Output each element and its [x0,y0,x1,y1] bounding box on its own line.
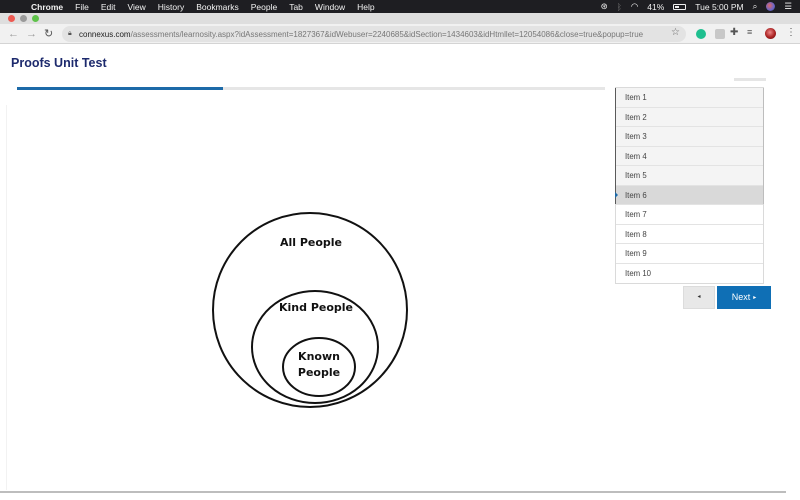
nested-circles-diagram: All People Kind People Known People [212,212,408,408]
spotlight-search-icon[interactable]: ⌕ [753,1,758,12]
progress-bar [17,87,605,90]
menu-tab[interactable]: Tab [289,2,303,12]
url-host: connexus.com [79,29,131,39]
label-kind-people: Kind People [279,301,353,314]
item-nav-8[interactable]: Item 8 [616,225,763,244]
label-known: Known [298,350,340,363]
address-bar[interactable]: 🔒︎ connexus.com/assessments/learnosity.a… [62,26,686,42]
item-nav-1[interactable]: Item 1 [616,88,763,108]
label-people: People [298,366,340,379]
screen-share-icon[interactable]: ⊛ [601,1,608,12]
notification-center-icon[interactable]: ☰ [784,1,792,12]
progress-bar-fill [17,87,223,90]
item-nav-9[interactable]: Item 9 [616,244,763,264]
zoom-window-button[interactable] [32,15,39,22]
item-navigator-list: Item 1 Item 2 Item 3 Item 4 Item 5 Item 6 Item… [615,87,764,284]
menu-file[interactable]: File [75,2,89,12]
menu-app-name[interactable]: Chrome [31,2,63,12]
media-queue-icon[interactable]: ≡ [747,27,757,37]
bluetooth-icon[interactable]: ᛒ [617,2,622,12]
menu-window[interactable]: Window [315,2,345,12]
more-menu-icon[interactable]: ⋮ [786,27,796,38]
next-button[interactable]: Next ▸ [717,286,771,309]
item-nav-label: Item 7 [625,210,647,219]
item-nav-5[interactable]: Item 5 [616,166,763,186]
item-nav-label: Item 2 [625,112,647,122]
item-nav-label: Item 9 [625,249,647,258]
item-nav-label: Item 3 [625,132,647,141]
page-title: Proofs Unit Test [11,56,107,70]
back-arrow-icon[interactable]: ← [8,27,19,41]
menu-people[interactable]: People [251,2,277,12]
menu-history[interactable]: History [158,2,184,12]
item-nav-label: Item 1 [625,93,647,102]
previous-arrow-icon: ◂ [697,294,701,300]
menu-help[interactable]: Help [357,2,374,12]
reload-icon[interactable]: ↻ [44,27,53,41]
item-nav-7[interactable]: Item 7 [616,205,763,225]
previous-button[interactable]: ◂ [683,286,715,309]
browser-toolbar: ← → ↻ 🔒︎ connexus.com/assessments/learno… [0,24,800,44]
next-arrow-icon: ▸ [753,295,757,301]
item-nav-10[interactable]: Item 10 [616,264,763,284]
minimize-window-button[interactable] [20,15,27,22]
item-list-scroll-indicator [734,78,766,81]
menu-bookmarks[interactable]: Bookmarks [196,2,239,12]
grammarly-extension-icon[interactable] [696,29,706,39]
item-nav-label: Item 10 [625,268,652,278]
window-titlebar [0,13,800,24]
lock-icon[interactable]: 🔒︎ [68,30,76,38]
profile-avatar[interactable] [765,28,776,39]
assessment-page: Proofs Unit Test All People Kind People … [0,45,800,500]
page-bottom-border [0,491,786,493]
next-button-label: Next [731,292,751,302]
menu-edit[interactable]: Edit [101,2,116,12]
item-nav-3[interactable]: Item 3 [616,127,763,147]
battery-icon[interactable] [673,3,687,10]
item-nav-4[interactable]: Item 4 [616,146,763,166]
clock[interactable]: Tue 5:00 PM [695,2,743,12]
item-nav-label: Item 6 [625,190,647,200]
extensions-puzzle-icon[interactable]: ✚ [730,27,740,38]
siri-icon[interactable] [766,2,776,11]
label-all-people: All People [280,236,342,249]
status-area: ⊛ ᛒ ◠ 41% Tue 5:00 PM ⌕ ☰ [601,0,792,13]
wifi-icon[interactable]: ◠ [631,1,638,12]
item-nav-2[interactable]: Item 2 [616,107,763,127]
bookmark-star-icon[interactable]: ☆ [671,27,680,38]
macos-menubar: Chrome File Edit View History Bookmarks … [0,0,800,13]
battery-percent: 41% [647,1,665,12]
item-nav-label: Item 5 [625,171,647,180]
close-window-button[interactable] [8,15,15,22]
forward-arrow-icon[interactable]: → [26,27,37,41]
extension-icon[interactable] [715,29,725,39]
item-nav-label: Item 8 [625,229,647,239]
menu-view[interactable]: View [127,2,145,12]
url-path: /assessments/learnosity.aspx?idAssessmen… [130,29,644,39]
content-left-border [6,105,7,490]
item-nav-6[interactable]: Item 6 [615,185,763,205]
item-nav-label: Item 4 [625,151,647,161]
